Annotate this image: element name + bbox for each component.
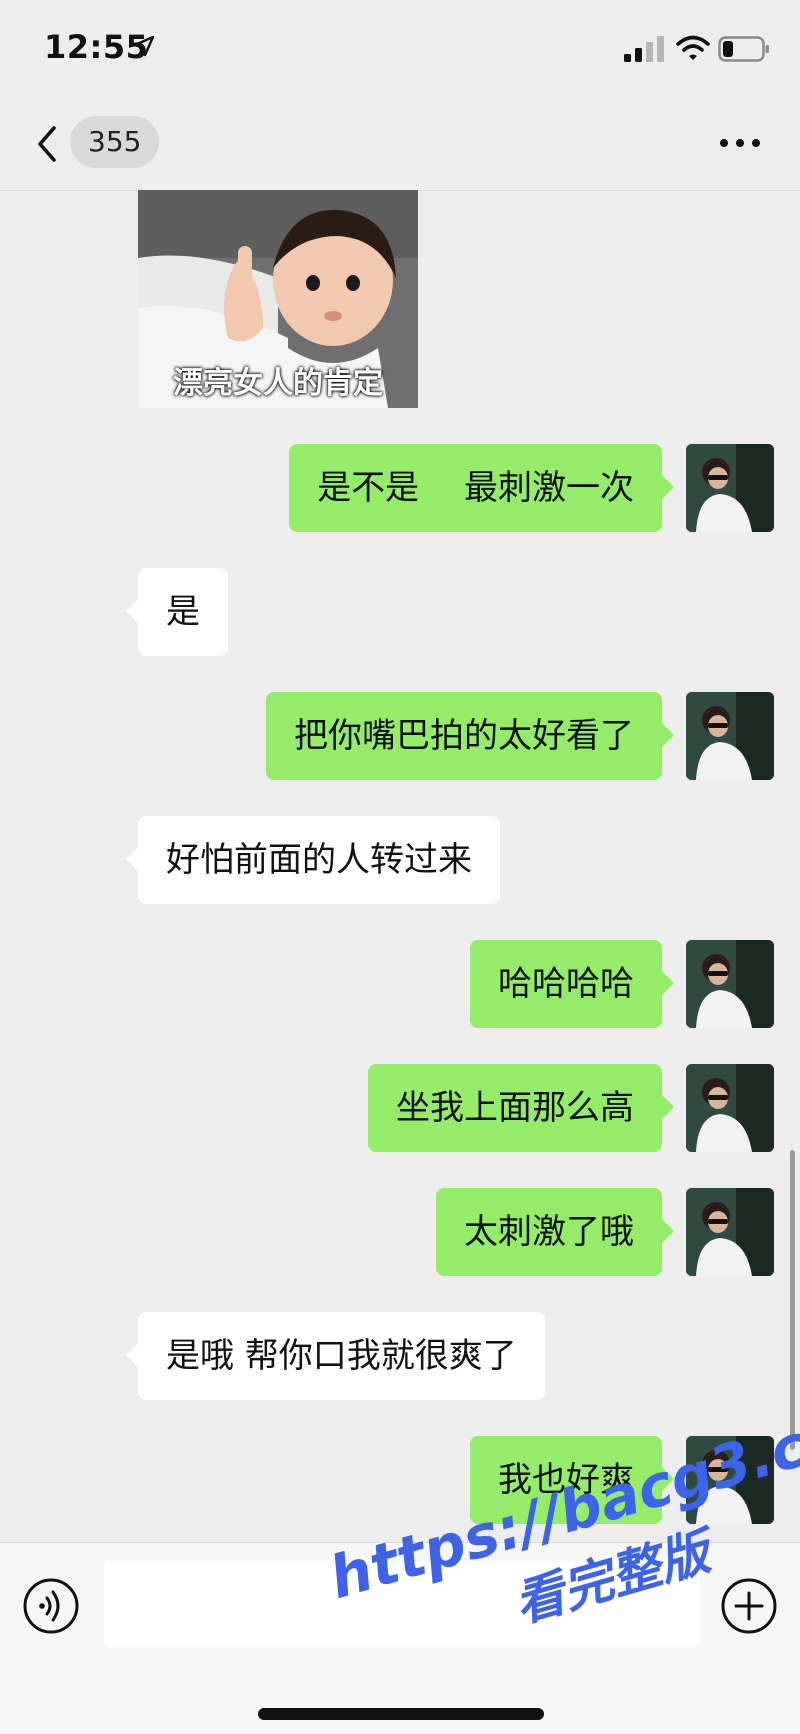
received-bubble[interactable]: 是: [126, 568, 228, 656]
message-row-received: 好怕前面的人转过来: [126, 816, 638, 904]
sent-bubble[interactable]: 是不是 最刺激一次: [289, 444, 674, 532]
unread-count-badge[interactable]: 355: [70, 116, 160, 168]
sent-bubble[interactable]: 把你嘴巴拍的太好看了: [266, 692, 674, 780]
sticker-caption: 漂亮女人的肯定: [173, 366, 383, 401]
voice-icon[interactable]: [22, 1577, 80, 1635]
message-row-sent: 太刺激了哦: [0, 1188, 674, 1276]
avatar[interactable]: [686, 692, 774, 780]
avatar[interactable]: [686, 1064, 774, 1152]
sent-bubble[interactable]: 哈哈哈哈: [470, 940, 674, 1028]
message-list[interactable]: 漂亮女人的肯定 是不是 最刺激一次 是 把你嘴巴拍的太好看了 好怕前面的人转过来…: [0, 190, 800, 1542]
message-row-received: 是: [126, 568, 538, 656]
chat-header: 355: [0, 100, 800, 191]
cellular-signal-icon: [624, 36, 664, 62]
battery-icon: [718, 36, 769, 62]
status-bar: 12:55: [0, 0, 800, 100]
plus-icon[interactable]: [720, 1577, 778, 1635]
message-row-sent: 坐我上面那么高: [0, 1064, 674, 1152]
sticker-message[interactable]: 漂亮女人的肯定: [138, 190, 418, 408]
back-chevron-icon[interactable]: [30, 122, 64, 166]
avatar[interactable]: [686, 1436, 774, 1524]
received-bubble[interactable]: 好怕前面的人转过来: [126, 816, 500, 904]
sent-bubble[interactable]: 我也好爽: [470, 1436, 674, 1524]
message-input[interactable]: [104, 1561, 700, 1647]
sent-bubble[interactable]: 坐我上面那么高: [368, 1064, 674, 1152]
message-row-sent: 把你嘴巴拍的太好看了: [0, 692, 674, 780]
location-arrow-icon: [133, 35, 155, 57]
sent-bubble[interactable]: 太刺激了哦: [436, 1188, 674, 1276]
message-row-sent: 我也好爽: [0, 1436, 674, 1524]
avatar[interactable]: [686, 1188, 774, 1276]
more-dots-icon[interactable]: [718, 128, 762, 158]
avatar[interactable]: [686, 444, 774, 532]
avatar[interactable]: [686, 940, 774, 1028]
wifi-icon: [676, 35, 710, 60]
home-indicator: [258, 1708, 544, 1720]
message-row-sent: 是不是 最刺激一次: [0, 444, 674, 532]
scrollbar[interactable]: [790, 1150, 795, 1450]
received-bubble[interactable]: 是哦 帮你口我就很爽了: [126, 1312, 545, 1400]
message-row-sent: 哈哈哈哈: [0, 940, 674, 1028]
input-bar: [0, 1542, 800, 1734]
message-row-received: 是哦 帮你口我就很爽了: [126, 1312, 658, 1400]
